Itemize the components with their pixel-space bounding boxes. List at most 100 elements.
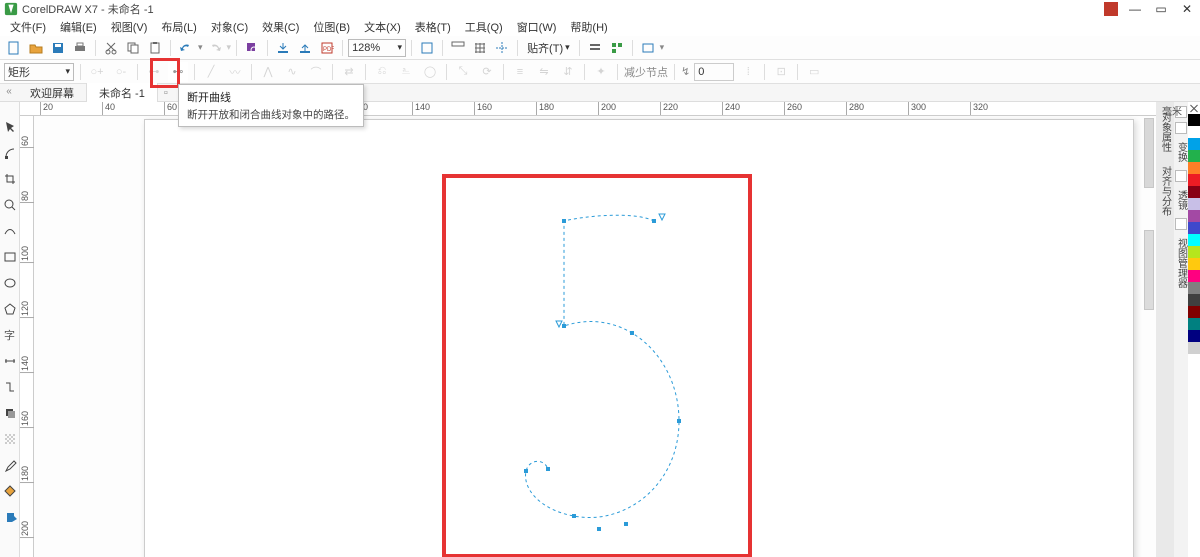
close-button[interactable]: ✕ bbox=[1178, 2, 1196, 16]
export-button[interactable] bbox=[295, 38, 315, 58]
selected-curve-5[interactable] bbox=[464, 186, 734, 546]
smart-fill-tool[interactable] bbox=[1, 508, 19, 526]
color-swatch[interactable] bbox=[1188, 258, 1200, 270]
minimize-button[interactable]: — bbox=[1126, 2, 1144, 16]
welcome-button[interactable] bbox=[638, 38, 658, 58]
delete-node-button[interactable]: ○- bbox=[111, 62, 131, 82]
color-swatch[interactable] bbox=[1188, 138, 1200, 150]
ellipse-tool[interactable] bbox=[1, 274, 19, 292]
menu-help[interactable]: 帮助(H) bbox=[564, 18, 613, 36]
docker-view-manager[interactable]: 视图管理器 bbox=[1174, 234, 1189, 292]
fullscreen-button[interactable] bbox=[417, 38, 437, 58]
zoom-level[interactable]: 128%▾ bbox=[348, 39, 406, 57]
reverse-direction-button[interactable]: ⇄ bbox=[339, 62, 359, 82]
color-swatch[interactable] bbox=[1188, 294, 1200, 306]
options-button[interactable] bbox=[585, 38, 605, 58]
shape-preset-combo[interactable]: 矩形▾ bbox=[4, 63, 74, 81]
menu-view[interactable]: 视图(V) bbox=[105, 18, 154, 36]
vertical-scrollbar[interactable] bbox=[1144, 230, 1154, 310]
docker-icon[interactable] bbox=[1175, 218, 1187, 230]
menu-layout[interactable]: 布局(L) bbox=[155, 18, 202, 36]
menu-bitmap[interactable]: 位图(B) bbox=[307, 18, 356, 36]
color-swatch[interactable] bbox=[1188, 126, 1200, 138]
color-swatch[interactable] bbox=[1188, 318, 1200, 330]
color-swatch[interactable] bbox=[1188, 246, 1200, 258]
zoom-tool[interactable] bbox=[1, 196, 19, 214]
connector-tool[interactable] bbox=[1, 378, 19, 396]
docker-icon[interactable] bbox=[1175, 170, 1187, 182]
ruler-vertical[interactable]: 6080100120140160180200 bbox=[20, 116, 34, 557]
stretch-nodes-button[interactable]: ⤡ bbox=[453, 62, 473, 82]
tab-document[interactable]: 未命名 -1 bbox=[87, 83, 158, 103]
color-swatch[interactable] bbox=[1188, 222, 1200, 234]
color-swatch[interactable] bbox=[1188, 114, 1200, 126]
reflect-h-button[interactable]: ⇋ bbox=[534, 62, 554, 82]
symmetrical-node-button[interactable]: ⌒ bbox=[306, 62, 326, 82]
transparency-tool[interactable] bbox=[1, 430, 19, 448]
docker-lens[interactable]: 透镜 bbox=[1174, 186, 1189, 214]
show-rulers-button[interactable] bbox=[448, 38, 468, 58]
show-guides-button[interactable] bbox=[492, 38, 512, 58]
to-curve-button[interactable]: 〰 bbox=[225, 62, 245, 82]
paste-button[interactable] bbox=[145, 38, 165, 58]
color-swatch[interactable] bbox=[1188, 150, 1200, 162]
align-nodes-button[interactable]: ≡ bbox=[510, 62, 530, 82]
user-indicator[interactable] bbox=[1104, 2, 1118, 16]
eyedropper-tool[interactable] bbox=[1, 456, 19, 474]
menu-effects[interactable]: 效果(C) bbox=[256, 18, 305, 36]
rectangle-tool[interactable] bbox=[1, 248, 19, 266]
color-swatch[interactable] bbox=[1188, 234, 1200, 246]
canvas[interactable] bbox=[34, 116, 1156, 557]
color-swatch[interactable] bbox=[1188, 210, 1200, 222]
freehand-tool[interactable] bbox=[1, 222, 19, 240]
smooth-node-button[interactable]: ∿ bbox=[282, 62, 302, 82]
extend-curve-button[interactable]: ⎌ bbox=[372, 62, 392, 82]
parallel-dimension-tool[interactable] bbox=[1, 352, 19, 370]
menu-window[interactable]: 窗口(W) bbox=[511, 18, 563, 36]
tab-close[interactable]: ▫ bbox=[158, 87, 174, 99]
menu-table[interactable]: 表格(T) bbox=[409, 18, 457, 36]
to-line-button[interactable]: ╱ bbox=[201, 62, 221, 82]
menu-tools[interactable]: 工具(Q) bbox=[459, 18, 509, 36]
show-grid-button[interactable] bbox=[470, 38, 490, 58]
close-curve-button[interactable]: ◯ bbox=[420, 62, 440, 82]
tab-scroll-left[interactable]: « bbox=[2, 84, 16, 98]
menu-edit[interactable]: 编辑(E) bbox=[54, 18, 103, 36]
undo-button[interactable] bbox=[176, 38, 196, 58]
docker-transform[interactable]: 变换 bbox=[1174, 138, 1189, 166]
curve-smoothness-input[interactable]: 0 bbox=[694, 63, 734, 81]
rotate-nodes-button[interactable]: ⟳ bbox=[477, 62, 497, 82]
color-swatch[interactable] bbox=[1188, 330, 1200, 342]
menu-file[interactable]: 文件(F) bbox=[4, 18, 52, 36]
docker-collapsed-hints[interactable] bbox=[1144, 118, 1154, 188]
add-node-button[interactable]: ○+ bbox=[87, 62, 107, 82]
import-button[interactable] bbox=[273, 38, 293, 58]
reflect-v-button[interactable]: ⇵ bbox=[558, 62, 578, 82]
select-all-nodes-button[interactable]: ⊡ bbox=[771, 62, 791, 82]
color-swatch[interactable] bbox=[1188, 342, 1200, 354]
print-button[interactable] bbox=[70, 38, 90, 58]
color-swatch[interactable] bbox=[1188, 174, 1200, 186]
color-swatch[interactable] bbox=[1188, 162, 1200, 174]
color-swatch[interactable] bbox=[1188, 186, 1200, 198]
docker-icon[interactable] bbox=[1175, 122, 1187, 134]
search-button[interactable] bbox=[242, 38, 262, 58]
color-swatch[interactable] bbox=[1188, 102, 1200, 114]
menu-text[interactable]: 文本(X) bbox=[358, 18, 407, 36]
tab-welcome[interactable]: 欢迎屏幕 bbox=[18, 83, 87, 103]
break-curve-button[interactable]: ⊷ bbox=[168, 62, 188, 82]
color-swatch[interactable] bbox=[1188, 282, 1200, 294]
shape-tool[interactable] bbox=[1, 144, 19, 162]
copy-button[interactable] bbox=[123, 38, 143, 58]
color-swatch[interactable] bbox=[1188, 306, 1200, 318]
menu-object[interactable]: 对象(C) bbox=[205, 18, 254, 36]
color-swatch[interactable] bbox=[1188, 198, 1200, 210]
text-tool[interactable]: 字 bbox=[1, 326, 19, 344]
new-button[interactable] bbox=[4, 38, 24, 58]
redo-button[interactable] bbox=[205, 38, 225, 58]
crop-tool[interactable] bbox=[1, 170, 19, 188]
snap-dropdown[interactable]: 贴齐(T)▾ bbox=[523, 40, 574, 56]
save-button[interactable] bbox=[48, 38, 68, 58]
cut-button[interactable] bbox=[101, 38, 121, 58]
color-swatch[interactable] bbox=[1188, 270, 1200, 282]
